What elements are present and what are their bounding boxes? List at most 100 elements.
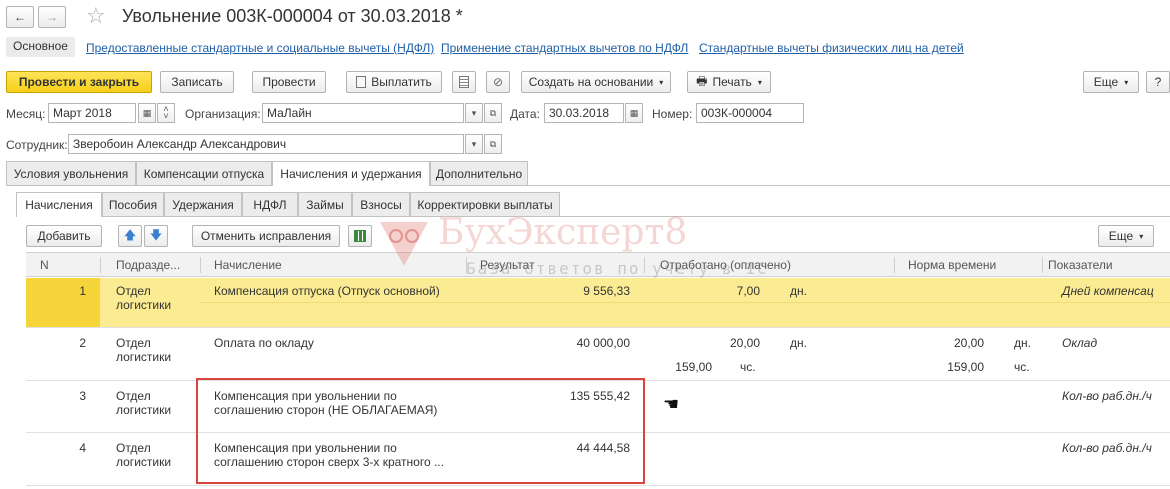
row-divider	[200, 302, 1170, 303]
header-indicators[interactable]: Показатели	[1048, 258, 1113, 272]
tab-accruals-deductions[interactable]: Начисления и удержания	[272, 161, 430, 186]
row-norm: 20,00	[953, 336, 984, 350]
post-button[interactable]: Провести	[252, 71, 326, 93]
back-button[interactable]: ←	[6, 6, 34, 28]
row-norm-unit: дн.	[1014, 336, 1031, 350]
subtab-loans[interactable]: Займы	[298, 192, 352, 216]
row-indicator: Кол-во раб.дн./ч	[1062, 389, 1152, 403]
subtab-benefits[interactable]: Пособия	[102, 192, 164, 216]
header-n[interactable]: N	[40, 258, 49, 272]
row-number: 3	[79, 389, 86, 403]
month-label: Месяц:	[6, 107, 46, 121]
subtab-ndfl[interactable]: НДФЛ	[242, 192, 298, 216]
excel-button[interactable]	[348, 225, 372, 247]
subtab-accruals[interactable]: Начисления	[16, 192, 102, 217]
chevron-down-icon: ▾	[757, 77, 762, 87]
row-department: логистики	[116, 403, 172, 417]
row-worked-hours: 159,00	[675, 360, 712, 374]
row-result: 40 000,00	[576, 336, 630, 350]
chevron-down-icon: ▾	[471, 107, 477, 118]
row-department: логистики	[116, 298, 172, 312]
post-and-close-button[interactable]: Провести и закрыть	[6, 71, 152, 93]
move-down-button[interactable]: 🡇	[144, 225, 168, 247]
open-link-icon: ⧉	[489, 107, 497, 118]
tabs-baseline	[6, 185, 1170, 186]
number-field[interactable]: 003К-000004	[696, 103, 804, 123]
table-more-button[interactable]: Еще ▾	[1098, 225, 1154, 247]
nav-link-deductions[interactable]: Предоставленные стандартные и социальные…	[86, 41, 434, 55]
save-button[interactable]: Записать	[160, 71, 234, 93]
row-indicator: Дней компенсац	[1062, 284, 1154, 298]
month-stepper[interactable]: ˄ ˅	[157, 103, 175, 123]
row-indicator: Оклад	[1062, 336, 1098, 350]
favorite-star-icon[interactable]: ☆	[86, 3, 106, 29]
watermark-title: БухЭксперт8	[438, 212, 688, 253]
more-label: Еще	[1093, 75, 1119, 89]
pay-button[interactable]: Выплатить	[346, 71, 442, 93]
page-title: Увольнение 003К-000004 от 30.03.2018 *	[122, 6, 463, 26]
row-number: 1	[79, 284, 86, 298]
help-button[interactable]: ?	[1146, 71, 1170, 93]
row-department: Отдел	[116, 441, 151, 455]
paperclip-icon: ⊘	[492, 75, 504, 89]
tab-vacation-compensation[interactable]: Компенсации отпуска	[136, 161, 272, 185]
list-button[interactable]	[452, 71, 476, 93]
calendar-icon: ▦	[142, 107, 152, 118]
highlight-box	[196, 378, 645, 484]
open-link-icon: ⧉	[489, 138, 497, 149]
hand-cursor-icon: ☚	[663, 394, 680, 414]
move-up-button[interactable]: 🡅	[118, 225, 142, 247]
org-field[interactable]: МаЛайн	[262, 103, 464, 123]
print-label: Печать	[712, 75, 752, 89]
row-worked-unit: дн.	[790, 336, 807, 350]
chevron-down-icon: ▾	[659, 77, 664, 87]
header-department[interactable]: Подразде...	[116, 258, 180, 272]
nav-link-children-deductions[interactable]: Стандартные вычеты физических лиц на дет…	[699, 41, 964, 55]
watermark-subtitle: База ответов по учету в 1С	[466, 259, 769, 278]
print-button[interactable]: 🖶 Печать ▾	[687, 71, 771, 93]
cancel-fix-button[interactable]: Отменить исправления	[192, 225, 340, 247]
list-icon	[459, 76, 469, 88]
row-worked: 20,00	[729, 336, 760, 350]
subtab-contributions[interactable]: Взносы	[352, 192, 410, 216]
row-worked: 7,00	[736, 284, 760, 298]
row-department: Отдел	[116, 284, 151, 298]
table-row[interactable]: 1 Отдел логистики Компенсация отпуска (О…	[26, 278, 1170, 328]
row-worked-hours-unit: чс.	[740, 360, 756, 374]
employee-open-button[interactable]: ⧉	[484, 134, 502, 154]
create-based-label: Создать на основании	[528, 75, 654, 89]
header-accrual[interactable]: Начисление	[214, 258, 282, 272]
row-number: 4	[79, 441, 86, 455]
row-worked-unit: дн.	[790, 284, 807, 298]
date-calendar-button[interactable]: ▦	[625, 103, 643, 123]
create-based-button[interactable]: Создать на основании ▾	[521, 71, 671, 93]
arrow-left-icon: ←	[14, 10, 26, 24]
chevron-down-icon: ▾	[1139, 231, 1144, 241]
row-department: логистики	[116, 350, 172, 364]
month-field[interactable]: Март 2018	[48, 103, 136, 123]
nav-main[interactable]: Основное	[6, 37, 75, 57]
nav-link-apply-deductions[interactable]: Применение стандартных вычетов по НДФЛ	[441, 41, 688, 55]
arrow-down-icon: 🡇	[149, 227, 163, 242]
employee-field[interactable]: Зверобоин Александр Александрович	[68, 134, 464, 154]
calendar-button[interactable]: ▦	[138, 103, 156, 123]
forward-button[interactable]: →	[38, 6, 66, 28]
add-button[interactable]: Добавить	[26, 225, 102, 247]
tab-additional[interactable]: Дополнительно	[430, 161, 528, 185]
document-icon	[356, 76, 367, 88]
table-row[interactable]: 2 Отдел логистики Оплата по окладу 40 00…	[26, 329, 1170, 381]
header-norm[interactable]: Норма времени	[908, 258, 996, 272]
row-norm-hours-unit: чс.	[1014, 360, 1030, 374]
date-field[interactable]: 30.03.2018	[544, 103, 624, 123]
org-dropdown-button[interactable]: ▾	[465, 103, 483, 123]
subtab-deductions[interactable]: Удержания	[164, 192, 242, 216]
tab-dismissal-conditions[interactable]: Условия увольнения	[6, 161, 136, 185]
more-button[interactable]: Еще ▾	[1083, 71, 1139, 93]
chevron-down-icon: ▾	[471, 138, 477, 149]
org-open-button[interactable]: ⧉	[484, 103, 502, 123]
org-label: Организация:	[185, 107, 261, 121]
attach-button[interactable]: ⊘	[486, 71, 510, 93]
arrow-right-icon: →	[46, 10, 58, 24]
employee-dropdown-button[interactable]: ▾	[465, 134, 483, 154]
row-indicator: Кол-во раб.дн./ч	[1062, 441, 1152, 455]
